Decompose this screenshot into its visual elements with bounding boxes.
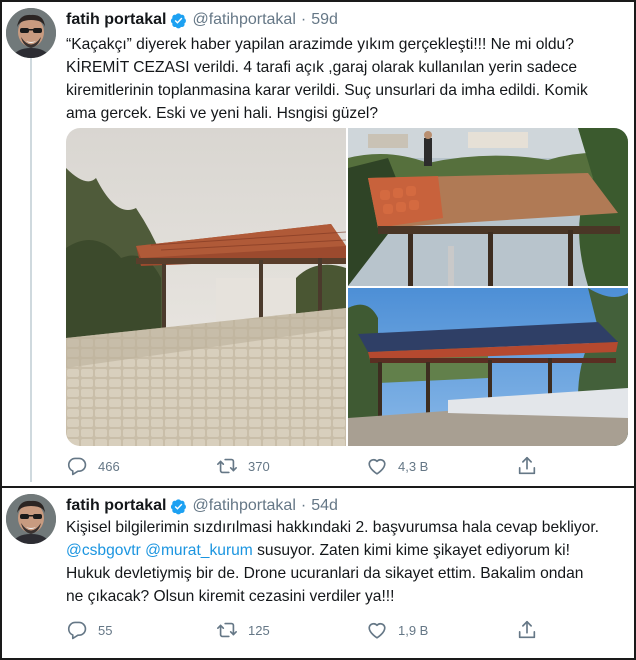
separator-dot: ·	[300, 497, 307, 514]
tweet-text: Kişisel bilgilerimin sızdırılmasi hakkın…	[66, 516, 626, 608]
speech-bubble-icon	[67, 621, 87, 640]
tweet-text-line: kiremitlerinin toplanmasina karar verild…	[66, 82, 588, 99]
reply-button[interactable]: 466	[66, 454, 120, 478]
retweet-arrows-icon	[217, 622, 237, 638]
mention-link[interactable]: @murat_kurum	[145, 542, 253, 559]
tweet-timestamp[interactable]: 54d	[311, 497, 338, 515]
author-name[interactable]: fatih portakal	[66, 11, 166, 29]
media-photo-new-roof[interactable]	[348, 288, 628, 446]
retweet-button[interactable]: 125	[216, 618, 270, 642]
tweet-actions: 466 370 4,3 B	[66, 454, 566, 478]
heart-outline-icon	[368, 458, 386, 475]
tweet-timestamp[interactable]: 59d	[311, 11, 338, 29]
like-button[interactable]: 1,9 B	[366, 618, 428, 642]
reply-count: 55	[98, 622, 113, 638]
like-button[interactable]: 4,3 B	[366, 454, 428, 478]
retweet-button[interactable]: 370	[216, 454, 270, 478]
media-photo-old-carport[interactable]	[66, 128, 346, 446]
thread-connector-line	[30, 58, 32, 482]
share-button[interactable]	[516, 618, 538, 642]
mention-link[interactable]: @csbgovtr	[66, 542, 141, 559]
like-count: 1,9 B	[398, 622, 429, 638]
author-name[interactable]: fatih portakal	[66, 497, 166, 515]
media-photo-tile-removal[interactable]	[348, 128, 628, 286]
verified-badge-icon	[171, 498, 187, 514]
retweet-arrows-icon	[217, 458, 237, 474]
share-upload-icon	[518, 456, 536, 475]
tweet-text-line: KİREMİT CEZASI verildi. 4 tarafi açık ,g…	[66, 59, 578, 76]
carport-photo-image	[66, 128, 346, 446]
reply-count: 466	[98, 458, 120, 474]
tweet-text-segment: susuyor. Zaten kimi kime şikayet ediyoru…	[252, 542, 570, 559]
tweet-text-line: “Kaçakçı” diyerek haber yapilan arazimde…	[66, 36, 574, 53]
author-handle[interactable]: @fatihportakal	[192, 497, 295, 515]
separator-dot: ·	[300, 11, 307, 28]
share-button[interactable]	[516, 454, 538, 478]
retweet-count: 370	[248, 458, 270, 474]
tweet-header: fatih portakal @fatihportakal · 59d	[66, 9, 338, 31]
like-count: 4,3 B	[398, 458, 429, 474]
avatar-portrait-icon	[6, 8, 56, 58]
new-roof-photo-image	[348, 288, 628, 446]
tweet-text-line: ne çıkacak? Olsun kiremit cezasini verdi…	[66, 588, 395, 605]
verified-badge-icon	[171, 12, 187, 28]
tweet-media-grid	[66, 128, 628, 446]
share-upload-icon	[518, 620, 536, 639]
tweet-1[interactable]: fatih portakal @fatihportakal · 59d “Kaç…	[2, 2, 634, 486]
heart-outline-icon	[368, 622, 386, 639]
tweet-text-line: Hukuk devletiymiş bir de. Drone ucuranla…	[66, 565, 584, 582]
tweet-2[interactable]: fatih portakal @fatihportakal · 54d Kişi…	[2, 488, 634, 658]
retweet-count: 125	[248, 622, 270, 638]
tweet-actions: 55 125 1,9 B	[66, 618, 566, 642]
tweet-text: “Kaçakçı” diyerek haber yapilan arazimde…	[66, 33, 626, 125]
speech-bubble-icon	[67, 457, 87, 476]
tweet-text-line: ama gercek. Eski ve yeni hali. Hsngisi g…	[66, 105, 379, 122]
tweet-text-line: Kişisel bilgilerimin sızdırılmasi hakkın…	[66, 519, 600, 536]
author-handle[interactable]: @fatihportakal	[192, 11, 295, 29]
reply-button[interactable]: 55	[66, 618, 112, 642]
tweet-text-line: @csbgovtr @murat_kurum susuyor. Zaten ki…	[66, 539, 626, 562]
avatar-portrait-icon	[6, 494, 56, 544]
avatar[interactable]	[6, 8, 56, 58]
tile-removal-photo-image	[348, 128, 628, 286]
tweet-header: fatih portakal @fatihportakal · 54d	[66, 495, 338, 517]
avatar[interactable]	[6, 494, 56, 544]
